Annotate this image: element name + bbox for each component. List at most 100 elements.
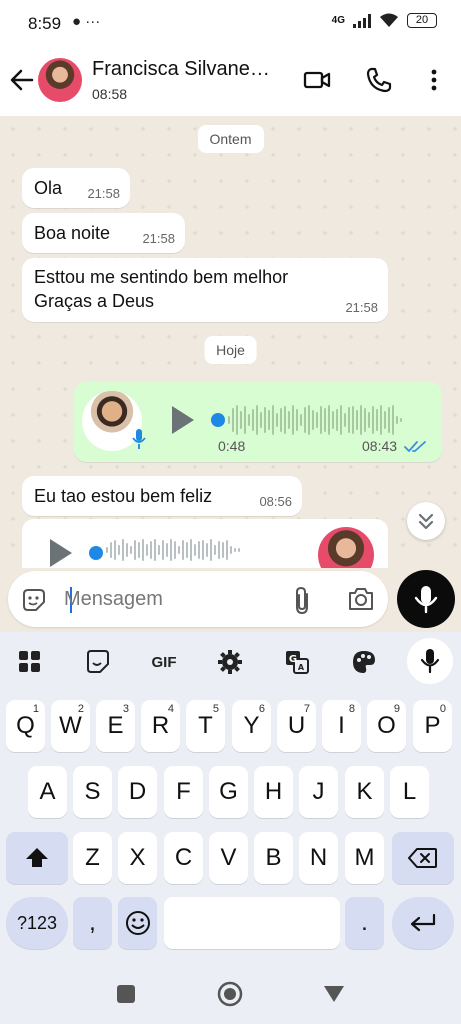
audio-waveform[interactable] (106, 537, 240, 563)
key-label: Y (243, 712, 260, 739)
phone-call-icon[interactable] (365, 66, 393, 94)
key-label: T (198, 712, 213, 739)
gif-button[interactable]: GIF (146, 648, 182, 676)
message-bubble[interactable]: Eu tao estou bem feliz 08:56 (22, 476, 302, 516)
key-u[interactable]: U7 (277, 700, 316, 752)
key-d[interactable]: D (118, 766, 157, 818)
translate-icon[interactable]: GA (283, 648, 311, 676)
home-button[interactable] (217, 981, 243, 1007)
contact-name[interactable]: Francisca Silvane… (92, 58, 282, 81)
audio-message-bubble-incoming[interactable] (22, 519, 388, 568)
comma-key[interactable]: , (73, 897, 112, 949)
message-input-container[interactable] (8, 571, 388, 627)
backspace-icon (408, 848, 437, 868)
message-bubble[interactable]: Esttou me sentindo bem melhor Graças a D… (22, 258, 388, 322)
status-time: 8:59 (28, 14, 62, 33)
key-label: U (287, 712, 306, 739)
mic-small-icon (132, 429, 146, 449)
key-e[interactable]: E3 (96, 700, 135, 752)
key-q[interactable]: Q1 (6, 700, 45, 752)
key-hint: 8 (348, 703, 355, 715)
voice-record-button[interactable] (397, 570, 455, 628)
key-label: O (377, 712, 396, 739)
enter-key[interactable] (392, 897, 454, 949)
key-hint: 6 (258, 703, 265, 715)
key-a[interactable]: A (28, 766, 67, 818)
key-o[interactable]: O9 (367, 700, 406, 752)
signal-icon (353, 13, 371, 28)
notification-icons: ● ··· (72, 13, 101, 30)
audio-waveform[interactable] (228, 402, 402, 438)
key-l[interactable]: L (390, 766, 429, 818)
key-i[interactable]: I8 (322, 700, 361, 752)
play-icon[interactable] (172, 406, 194, 434)
sticker-icon[interactable] (84, 648, 112, 676)
key-g[interactable]: G (209, 766, 248, 818)
camera-icon[interactable] (347, 586, 375, 612)
key-v[interactable]: V (209, 832, 248, 884)
key-label: R (151, 712, 170, 739)
backspace-key[interactable] (392, 832, 454, 884)
audio-progress-dot[interactable] (211, 413, 225, 427)
shift-key[interactable] (6, 832, 68, 884)
key-m[interactable]: M (345, 832, 384, 884)
key-label: Q (16, 712, 35, 739)
key-x[interactable]: X (118, 832, 157, 884)
key-k[interactable]: K (345, 766, 384, 818)
recent-apps-button[interactable] (117, 985, 135, 1003)
key-y[interactable]: Y6 (232, 700, 271, 752)
play-icon[interactable] (50, 539, 72, 567)
svg-text:G: G (289, 654, 297, 665)
message-bubble[interactable]: Boa noite 21:58 (22, 213, 185, 253)
apps-icon[interactable] (16, 648, 44, 676)
message-bubble[interactable]: Ola 21:58 (22, 168, 130, 208)
back-button[interactable] (322, 984, 346, 1004)
enter-icon (410, 913, 436, 932)
key-hint: 7 (303, 703, 310, 715)
chat-header: Francisca Silvane… 08:58 (0, 46, 461, 116)
scroll-down-button[interactable] (407, 502, 445, 540)
attachment-icon[interactable] (290, 585, 314, 615)
shift-icon (26, 848, 48, 867)
message-input[interactable] (64, 585, 264, 613)
message-text-line2: Graças a Deus (34, 291, 155, 311)
message-time: 21:58 (142, 231, 175, 246)
key-n[interactable]: N (299, 832, 338, 884)
chat-area[interactable]: Ontem Ola 21:58 Boa noite 21:58 Esttou m… (0, 116, 461, 568)
key-f[interactable]: F (164, 766, 203, 818)
date-chip-yesterday: Ontem (197, 125, 264, 153)
key-r[interactable]: R4 (141, 700, 180, 752)
voice-typing-button[interactable] (407, 638, 453, 684)
gear-icon[interactable] (216, 648, 244, 676)
mic-icon (420, 649, 440, 674)
space-key[interactable] (164, 897, 340, 949)
key-label: E (107, 712, 124, 739)
key-c[interactable]: C (164, 832, 203, 884)
symbols-key[interactable]: ?123 (6, 897, 68, 949)
mic-icon (414, 586, 438, 614)
key-hint: 0 (439, 703, 446, 715)
video-call-icon[interactable] (303, 66, 331, 94)
key-h[interactable]: H (254, 766, 293, 818)
key-t[interactable]: T5 (186, 700, 225, 752)
key-j[interactable]: J (299, 766, 338, 818)
svg-text:A: A (298, 663, 305, 672)
key-z[interactable]: Z (73, 832, 112, 884)
sticker-icon[interactable] (20, 586, 48, 614)
key-b[interactable]: B (254, 832, 293, 884)
emoji-key[interactable] (118, 897, 157, 949)
back-arrow-icon[interactable] (8, 66, 36, 94)
contact-avatar[interactable] (38, 58, 82, 102)
key-w[interactable]: W2 (51, 700, 90, 752)
period-key[interactable]: . (345, 897, 384, 949)
key-hint: 9 (393, 703, 400, 715)
key-s[interactable]: S (73, 766, 112, 818)
audio-message-bubble[interactable]: 0:48 08:43 (74, 382, 442, 462)
audio-progress-dot[interactable] (89, 546, 103, 560)
status-bar: 8:59 ● ··· 4G 20 (0, 0, 461, 46)
key-hint: 4 (167, 703, 174, 715)
message-text: Boa noite (34, 223, 111, 243)
more-options-icon[interactable] (420, 66, 448, 94)
palette-icon[interactable] (350, 648, 378, 676)
key-p[interactable]: P0 (413, 700, 452, 752)
